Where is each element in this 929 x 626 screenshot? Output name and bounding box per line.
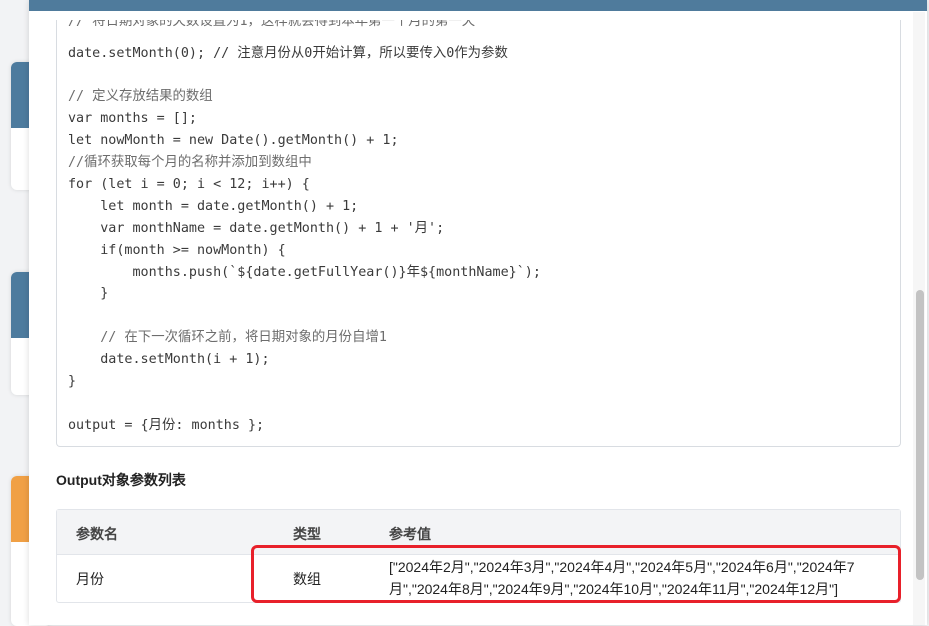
code-line: date.setMonth(0); // 注意月份从0开始计算，所以要传入0作为… <box>68 46 508 61</box>
column-header-type: 类型 <box>293 526 321 542</box>
column-header-value: 参考值 <box>389 526 431 542</box>
section-title: Output对象参数列表 <box>56 472 186 488</box>
highlight-box <box>251 545 901 603</box>
detail-panel: // 将日期对象的天数设置为1，这样就会得到本年第一个月的第一天 date.se… <box>29 0 927 625</box>
code-line: if(month >= nowMonth) { <box>68 243 286 258</box>
code-line: var monthName = date.getMonth() + 1 + '月… <box>68 221 445 236</box>
param-name: 月份 <box>76 571 104 587</box>
code-line: let month = date.getMonth() + 1; <box>68 199 359 214</box>
code-line: // 在下一次循环之前，将日期对象的月份自增1 <box>68 330 387 345</box>
code-line: for (let i = 0; i < 12; i++) { <box>68 177 310 192</box>
code-line: date.setMonth(i + 1); <box>68 352 270 367</box>
code-line: } <box>68 374 77 389</box>
code-line: // 将日期对象的天数设置为1，这样就会得到本年第一个月的第一天 <box>68 20 476 29</box>
code-line: } <box>68 286 109 301</box>
panel-header-bar <box>29 0 927 11</box>
code-block: // 将日期对象的天数设置为1，这样就会得到本年第一个月的第一天 date.se… <box>56 20 901 447</box>
scrollbar-thumb[interactable] <box>916 290 924 580</box>
code-line: months.push(`${date.getFullYear()}年${mon… <box>68 265 541 280</box>
code-line: let nowMonth = new Date().getMonth() + 1… <box>68 133 399 148</box>
code-line: var months = []; <box>68 111 197 126</box>
code-line: output = {月份: months }; <box>68 418 265 433</box>
column-header-name: 参数名 <box>76 526 118 542</box>
code-line: //循环获取每个月的名称并添加到数组中 <box>68 155 312 170</box>
code-line: // 定义存放结果的数组 <box>68 89 213 104</box>
